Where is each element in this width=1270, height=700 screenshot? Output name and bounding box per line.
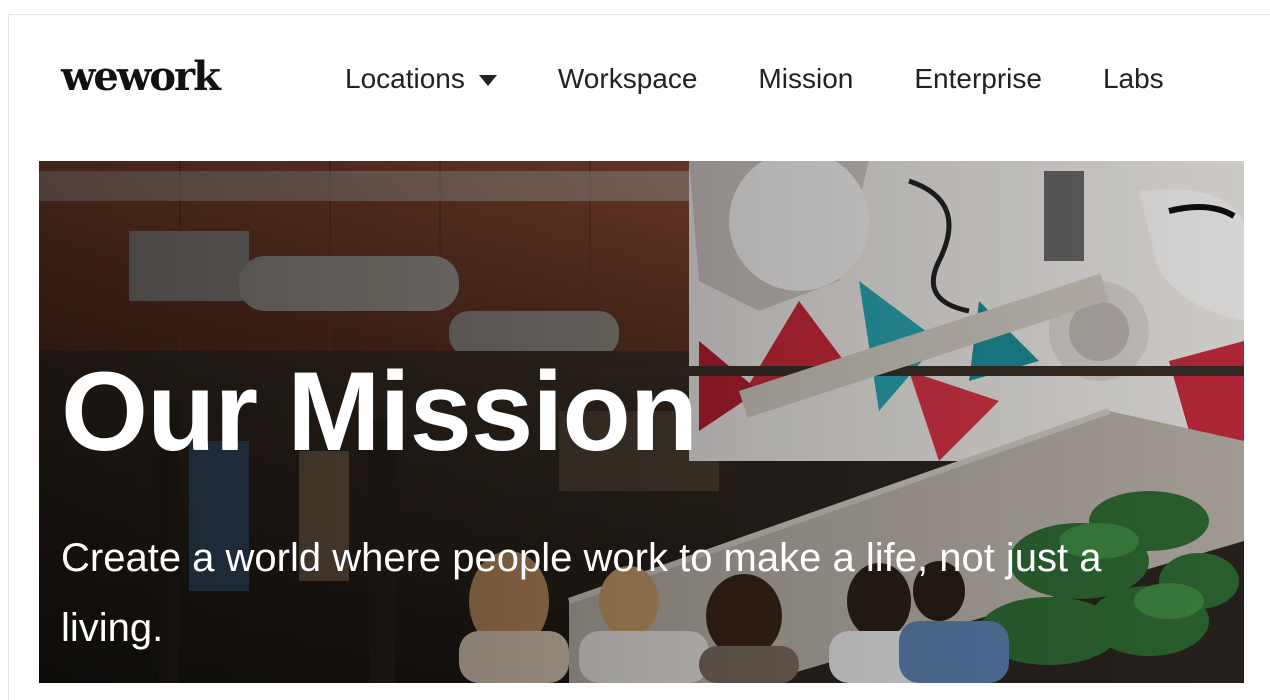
- nav-workspace[interactable]: Workspace: [558, 63, 698, 95]
- caret-down-icon: [478, 74, 497, 86]
- nav-enterprise[interactable]: Enterprise: [914, 63, 1042, 95]
- main-nav: Locations Workspace Mission Enterprise L…: [345, 63, 1164, 95]
- hero-subtitle: Create a world where people work to make…: [61, 536, 1102, 650]
- page-frame: wework Locations Workspace Mission Enter…: [8, 14, 1270, 700]
- hero-banner: Our Mission Create a world where people …: [39, 161, 1244, 683]
- site-header: wework Locations Workspace Mission Enter…: [9, 15, 1270, 145]
- nav-locations-label: Locations: [345, 63, 465, 94]
- nav-mission[interactable]: Mission: [758, 63, 853, 95]
- wework-logo[interactable]: wework: [61, 53, 221, 100]
- nav-locations[interactable]: Locations: [345, 63, 497, 95]
- nav-labs[interactable]: Labs: [1103, 63, 1164, 95]
- hero-title: Our Mission: [61, 349, 698, 474]
